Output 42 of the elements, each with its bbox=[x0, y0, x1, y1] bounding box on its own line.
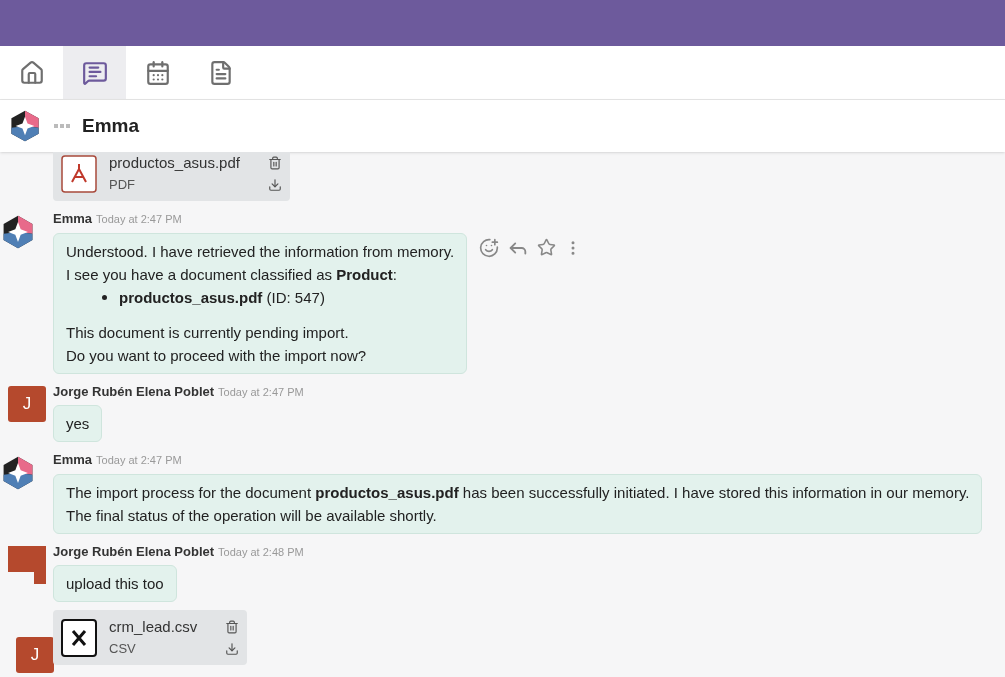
nav-tab[interactable] bbox=[63, 46, 126, 99]
star-icon[interactable] bbox=[537, 238, 557, 257]
chat-icon bbox=[81, 59, 108, 86]
user-avatar bbox=[8, 545, 46, 586]
timestamp: Today at 2:47 PM bbox=[96, 212, 182, 227]
user-avatar: J bbox=[16, 637, 54, 673]
file-card[interactable]: productos_asus.pdf PDF bbox=[53, 152, 290, 201]
author-name: Jorge Rubén Elena Poblet bbox=[53, 542, 215, 561]
delete-icon[interactable] bbox=[225, 619, 240, 634]
download-icon[interactable] bbox=[225, 641, 240, 656]
message-text: Understood. I have retrieved the information from memory. bbox=[66, 241, 455, 262]
home-icon bbox=[18, 59, 45, 86]
author-name: Jorge Rubén Elena Poblet bbox=[53, 382, 215, 401]
add-reaction-icon[interactable] bbox=[479, 237, 500, 258]
list-item-text: productos_asus.pdf (ID: 547) bbox=[119, 287, 325, 308]
spreadsheet-file-icon bbox=[61, 618, 97, 657]
author-name: Emma bbox=[53, 451, 93, 469]
file-name: productos_asus.pdf bbox=[109, 154, 240, 173]
status-icon bbox=[54, 123, 70, 129]
chat-title: Emma bbox=[82, 113, 140, 138]
message-text: yes bbox=[66, 414, 90, 434]
message-text: This document is currently pending import. bbox=[66, 322, 350, 343]
user-avatar: J bbox=[8, 385, 46, 422]
author-name: Emma bbox=[53, 210, 93, 228]
file-card[interactable]: crm_lead.csv CSV bbox=[53, 610, 248, 665]
timestamp: Today at 2:48 PM bbox=[218, 544, 304, 560]
calendar-icon bbox=[144, 59, 171, 86]
file-type: CSV bbox=[109, 640, 137, 657]
delete-icon[interactable] bbox=[267, 155, 282, 170]
message-text: I see you have a document classified as Product: bbox=[66, 264, 398, 285]
bullet-icon bbox=[102, 294, 107, 300]
timestamp: Today at 2:47 PM bbox=[218, 384, 304, 400]
file-type: PDF bbox=[109, 176, 136, 193]
message-text: upload this too bbox=[66, 574, 164, 594]
message-text: The final status of the operation will be available shortly. bbox=[66, 505, 438, 526]
file-name: crm_lead.csv bbox=[109, 618, 198, 637]
logo-icon bbox=[8, 109, 42, 143]
download-icon[interactable] bbox=[267, 177, 282, 192]
pdf-file-icon bbox=[61, 154, 97, 193]
message-text: Do you want to proceed with the import now? bbox=[66, 345, 368, 366]
message-text: The import process for the document productos_asus.pdf has been successfully initiated. I have stored this information in our memory. bbox=[66, 482, 970, 503]
timestamp: Today at 2:47 PM bbox=[96, 453, 182, 468]
